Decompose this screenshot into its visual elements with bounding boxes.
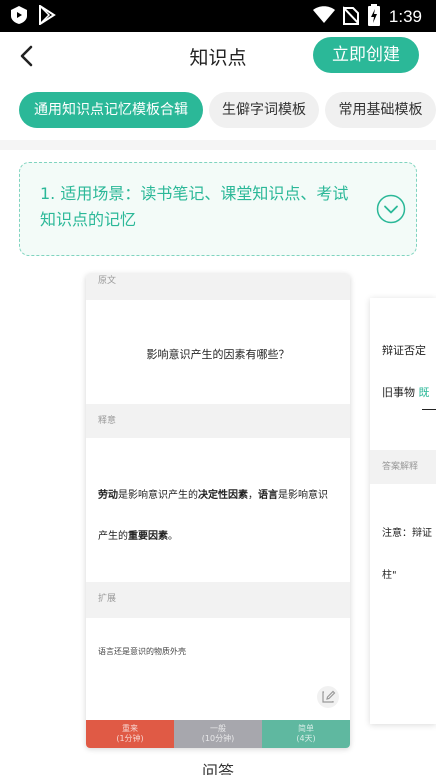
play-store-icon	[38, 4, 56, 29]
battery-charging-icon	[367, 4, 381, 30]
answer-keyword: 决定性因素	[198, 490, 248, 501]
answer-text: 产生的	[98, 531, 128, 542]
answer-text: 是影响意识	[278, 490, 328, 501]
tab-general-memory-templates[interactable]: 通用知识点记忆模板合辑	[19, 92, 203, 128]
answer-keyword: 语言	[258, 490, 278, 501]
top-app-bar: 知识点 立即创建	[0, 32, 436, 80]
answer-line-2: 产生的重要因素。	[98, 527, 343, 542]
section-header-extend: 扩展	[86, 582, 350, 618]
normal-label: 一般	[210, 724, 226, 733]
card2-line-4: 柱"	[382, 570, 397, 581]
edit-button[interactable]	[317, 686, 339, 708]
card2-line-1: 辩证否定	[382, 344, 426, 357]
easy-interval: (4天)	[296, 734, 316, 743]
answer-text: 。	[168, 531, 178, 542]
again-button[interactable]: 重来 (1分钟)	[86, 720, 174, 748]
card2-line-3: 注意：辩证	[382, 528, 432, 539]
usage-scenario-box: 1. 适用场景：读书笔记、课堂知识点、考试知识点的记忆	[19, 162, 417, 256]
section-header-explain: 释意	[86, 404, 350, 438]
answer-keyword: 劳动	[98, 490, 118, 501]
no-sim-icon	[342, 5, 360, 29]
template-preview-card[interactable]: 原文 影响意识产生的因素有哪些？ 释意 劳动是影响意识产生的决定性因素，语言是影…	[86, 274, 350, 748]
chevron-down-circle-icon	[376, 194, 406, 224]
expand-button[interactable]	[376, 194, 406, 224]
again-interval: (1分钟)	[116, 734, 144, 743]
section-divider	[0, 140, 436, 150]
section-header-original: 原文	[86, 274, 350, 300]
edit-icon	[322, 690, 336, 703]
answer-text: ，	[248, 490, 258, 501]
card-type-caption: 问答	[201, 762, 234, 775]
review-button-bar: 重来 (1分钟) 一般 (10分钟) 简单 (4天)	[86, 720, 350, 748]
wifi-icon	[312, 6, 335, 28]
again-label: 重来	[122, 724, 138, 733]
normal-button[interactable]: 一般 (10分钟)	[174, 720, 262, 748]
easy-label: 简单	[298, 724, 314, 733]
question-area: 影响意识产生的因素有哪些？	[86, 300, 350, 404]
answer-keyword: 重要因素	[128, 531, 168, 542]
normal-interval: (10分钟)	[201, 734, 235, 743]
card2-section-header: 答案解释	[370, 450, 436, 484]
card2-text: 旧事物	[382, 386, 415, 399]
easy-button[interactable]: 简单 (4天)	[262, 720, 350, 748]
usage-scenario-text: 1. 适用场景：读书笔记、课堂知识点、考试知识点的记忆	[40, 184, 349, 229]
card2-underline	[422, 409, 436, 410]
status-time: 1:39	[388, 7, 422, 26]
app-notification-icon	[10, 5, 28, 29]
status-bar: 1:39	[0, 0, 436, 32]
answer-line-1: 劳动是影响意识产生的决定性因素，语言是影响意识	[98, 486, 343, 501]
template-tabs: 通用知识点记忆模板合辑 生僻字词模板 常用基础模板	[0, 92, 436, 128]
question-text: 影响意识产生的因素有哪些？	[146, 348, 290, 361]
template-preview-card-next[interactable]: 辩证否定 旧事物 既 答案解释 注意：辩证 柱"	[370, 298, 436, 724]
card2-highlight: 既	[418, 386, 430, 399]
create-now-button[interactable]: 立即创建	[313, 37, 419, 73]
extend-text: 语言还是意识的物质外壳	[98, 647, 186, 656]
answer-text: 是影响意识产生的	[118, 490, 198, 501]
tab-basic-template[interactable]: 常用基础模板	[325, 92, 436, 128]
tab-rare-words-template[interactable]: 生僻字词模板	[209, 92, 319, 128]
card2-line-2: 旧事物 既	[382, 384, 430, 400]
